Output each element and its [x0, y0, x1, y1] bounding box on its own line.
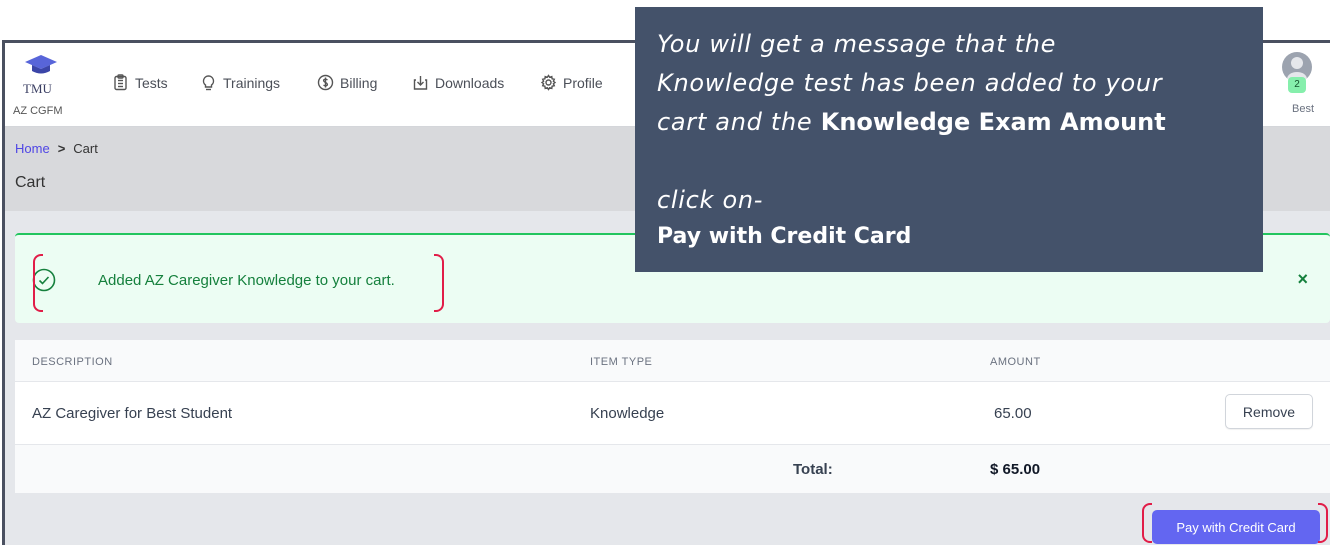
callout-line-2: Knowledge test has been added to your: [657, 69, 1163, 97]
nav-downloads[interactable]: Downloads: [412, 74, 504, 91]
cart-table: DESCRIPTION ITEM TYPE AMOUNT AZ Caregive…: [15, 340, 1330, 493]
total-value: $ 65.00: [990, 461, 1041, 478]
annotation-bracket-left: [33, 254, 43, 312]
column-header-amount: AMOUNT: [990, 356, 1041, 368]
total-row: Total: $ 65.00: [15, 445, 1330, 493]
nav-billing[interactable]: Billing: [317, 74, 377, 91]
callout-line-4: click on-: [657, 186, 764, 214]
breadcrumb-home-link[interactable]: Home: [15, 141, 50, 156]
nav-profile[interactable]: Profile: [540, 74, 603, 91]
brand-subtitle: AZ CGFM: [13, 105, 63, 117]
page-title: Cart: [15, 174, 46, 191]
breadcrumb: Home > Cart: [15, 141, 98, 156]
user-name[interactable]: Best: [1292, 103, 1314, 115]
remove-button[interactable]: Remove: [1225, 394, 1313, 429]
annotation-bracket-right-pay: [1318, 503, 1328, 543]
callout-line-3: cart and the Knowledge Exam Amount: [657, 108, 1166, 136]
annotation-bracket-right: [434, 254, 444, 312]
annotation-bracket-left-pay: [1142, 503, 1152, 543]
table-header: DESCRIPTION ITEM TYPE AMOUNT: [15, 340, 1330, 382]
nav-downloads-label: Downloads: [435, 74, 505, 91]
nav-tests[interactable]: Tests: [112, 74, 168, 91]
table-row: AZ Caregiver for Best Student Knowledge …: [15, 382, 1330, 445]
instruction-callout: You will get a message that the Knowledg…: [635, 7, 1263, 272]
lightbulb-icon: [202, 75, 215, 91]
row-amount: 65.00: [994, 405, 1032, 422]
nav-trainings[interactable]: Trainings: [200, 74, 280, 91]
nav-profile-label: Profile: [563, 74, 603, 91]
breadcrumb-separator: >: [57, 141, 66, 156]
dollar-circle-icon: [317, 74, 334, 91]
brand-name: TMU: [23, 81, 52, 96]
nav-billing-label: Billing: [340, 74, 378, 91]
column-header-description: DESCRIPTION: [32, 356, 113, 368]
breadcrumb-current: Cart: [73, 141, 98, 156]
callout-spacer: [657, 142, 1241, 181]
total-label: Total:: [793, 461, 833, 478]
notification-badge: 2: [1288, 77, 1306, 93]
row-description: AZ Caregiver for Best Student: [32, 405, 233, 422]
callout-line-5: Pay with Credit Card: [657, 224, 912, 249]
graduation-cap-icon: [25, 55, 57, 74]
nav-tests-label: Tests: [135, 74, 168, 91]
pay-with-credit-card-button[interactable]: Pay with Credit Card: [1152, 510, 1320, 544]
clipboard-icon: [114, 74, 127, 91]
gear-icon: [540, 74, 557, 91]
close-icon[interactable]: ×: [1297, 269, 1308, 290]
column-header-item-type: ITEM TYPE: [590, 356, 653, 368]
row-item-type: Knowledge: [590, 405, 665, 422]
callout-line-1: You will get a message that the: [657, 30, 1057, 58]
nav-trainings-label: Trainings: [223, 74, 281, 91]
download-box-icon: [413, 76, 428, 90]
alert-message: Added AZ Caregiver Knowledge to your car…: [98, 272, 395, 289]
